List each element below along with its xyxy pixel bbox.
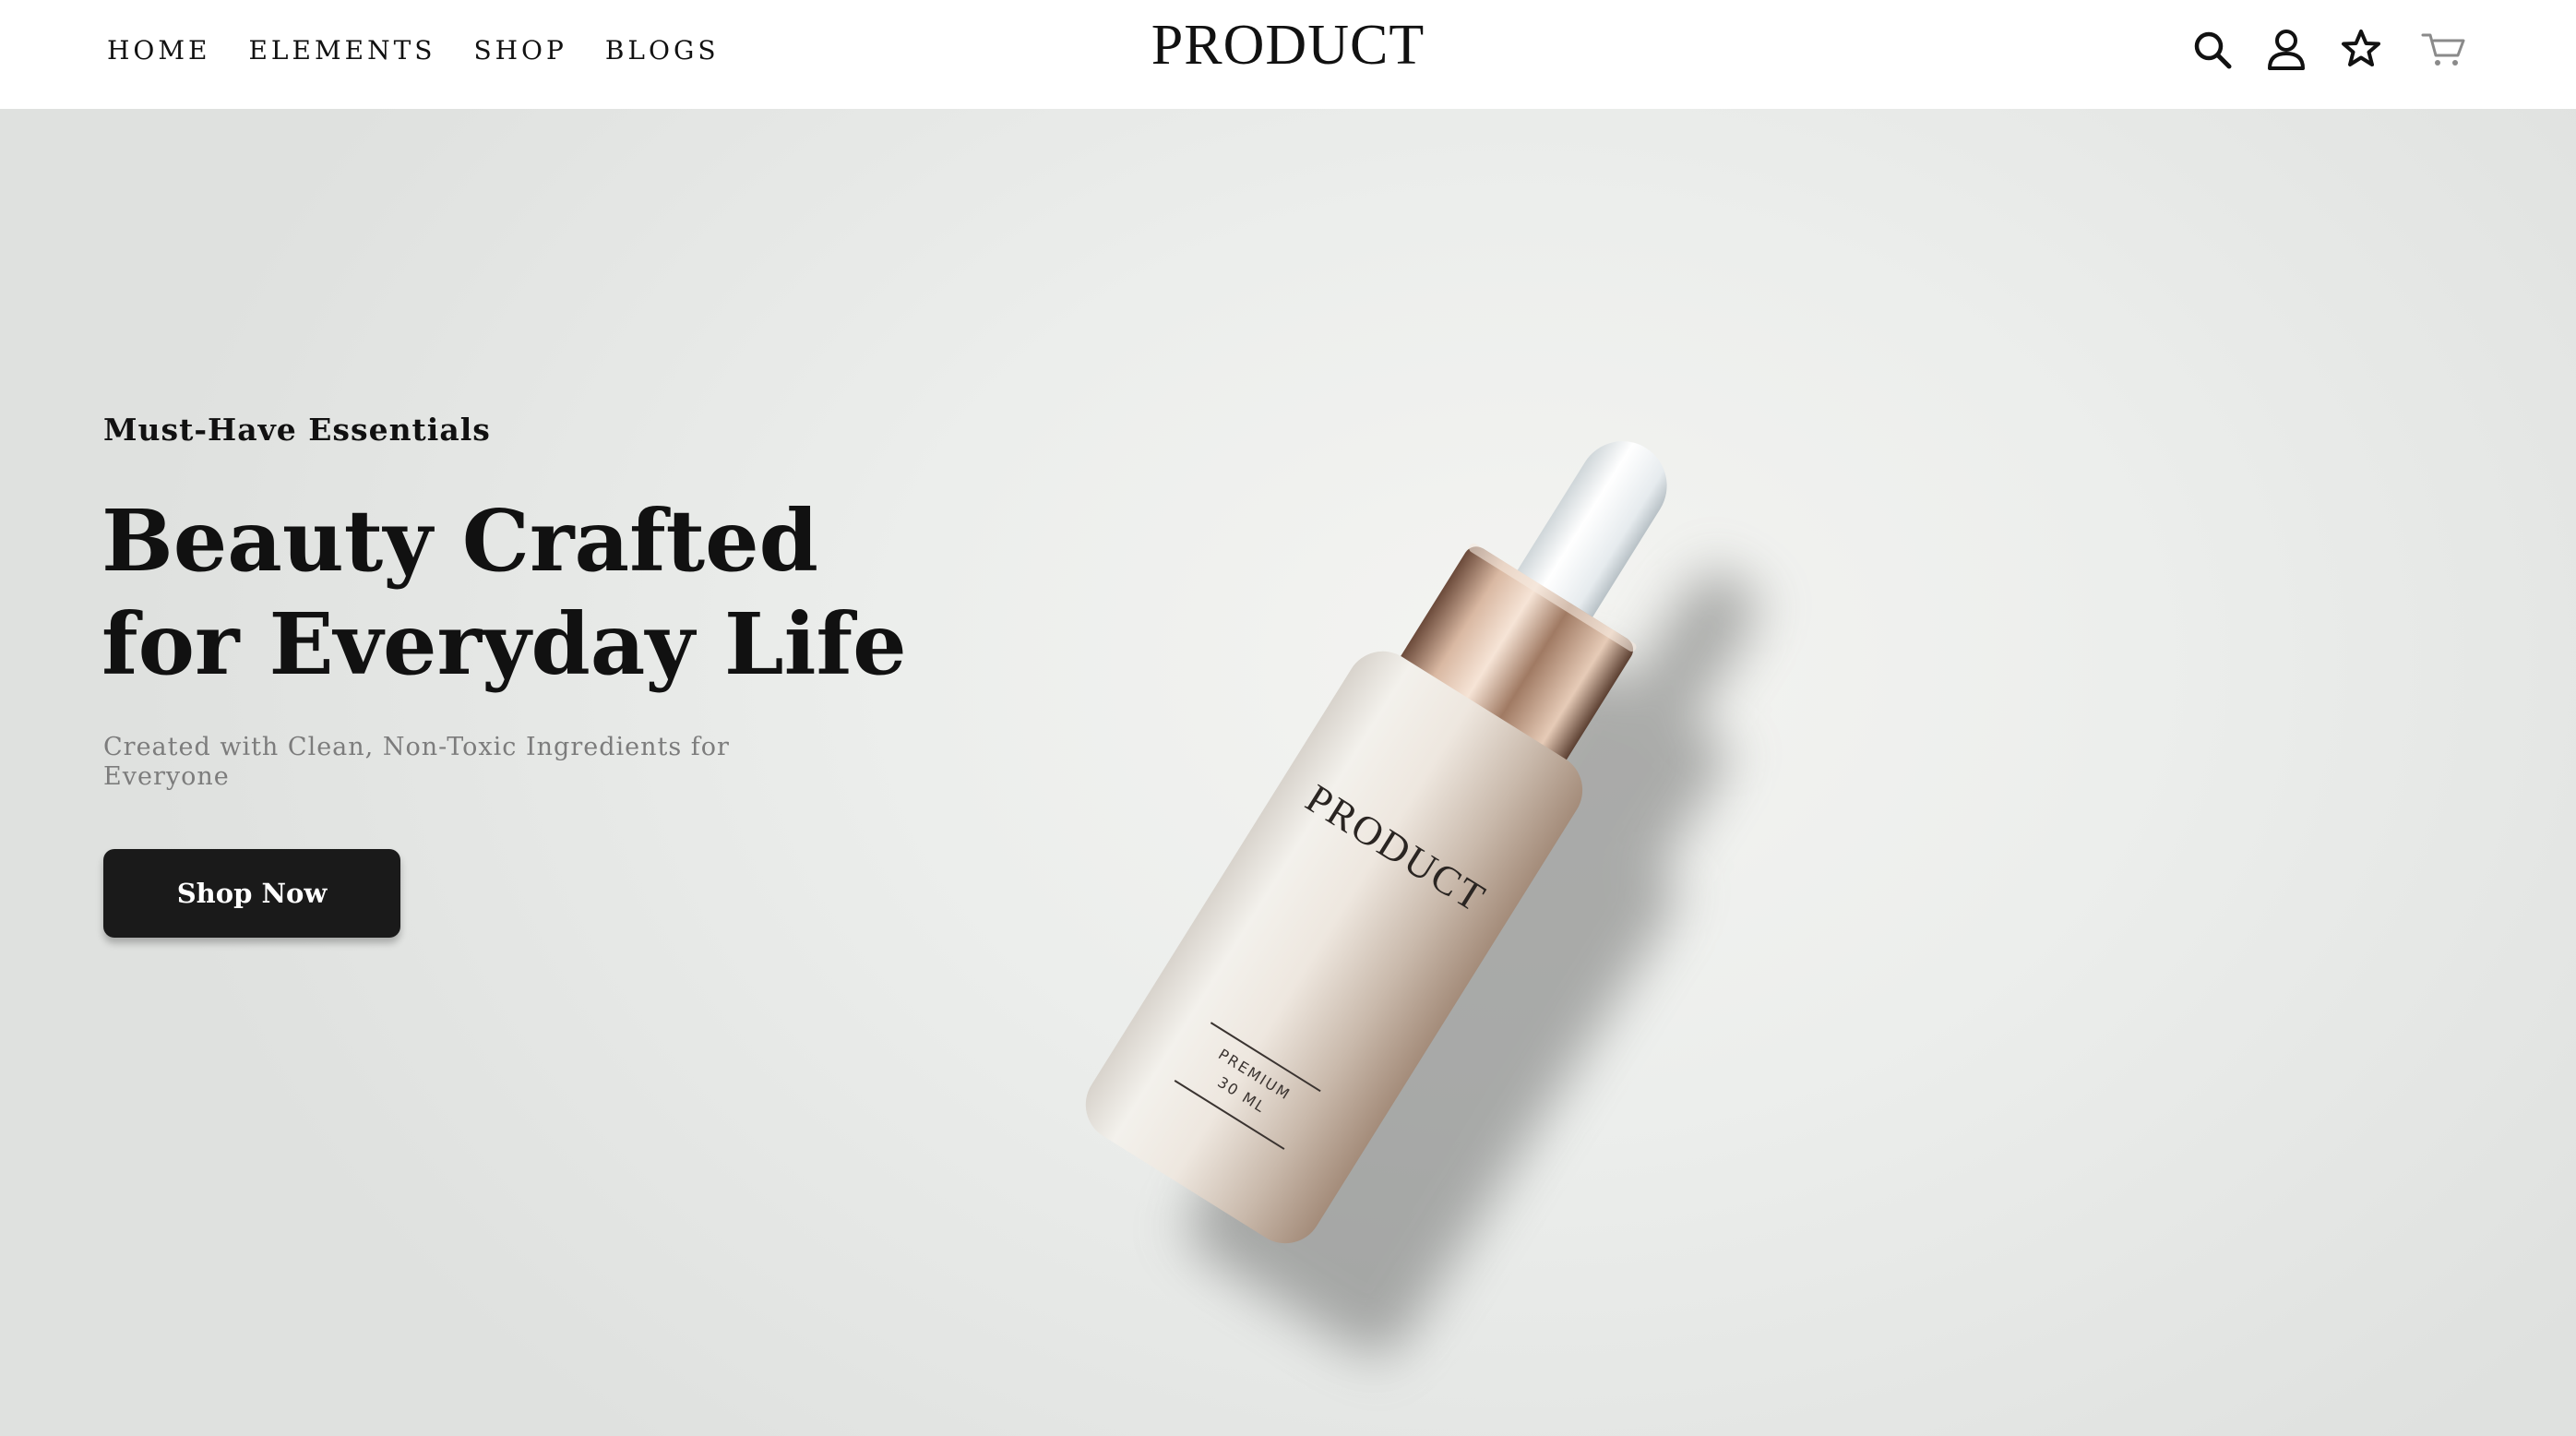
main-nav: HOME ELEMENTS SHOP BLOGS — [107, 33, 720, 66]
cart-icon[interactable] — [2421, 31, 2467, 68]
search-icon[interactable] — [2190, 28, 2235, 72]
hero-eyebrow: Must-Have Essentials — [103, 412, 491, 448]
hero-headline-line-1: Beauty Crafted — [101, 491, 819, 591]
site-logo[interactable]: PRODUCT — [1151, 13, 1425, 78]
nav-blogs-link[interactable]: BLOGS — [605, 35, 720, 66]
account-icon[interactable] — [2266, 28, 2307, 72]
hero-headline: Beauty Crafted for Everyday Life — [101, 489, 932, 696]
wishlist-star-icon[interactable] — [2340, 28, 2382, 70]
shop-now-button[interactable]: Shop Now — [103, 849, 400, 938]
site-header: HOME ELEMENTS SHOP BLOGS PRODUCT — [0, 0, 2576, 109]
nav-shop-link[interactable]: SHOP — [473, 35, 566, 66]
nav-elements-link[interactable]: ELEMENTS — [248, 35, 435, 66]
hero-subtext: Created with Clean, Non-Toxic Ingredient… — [103, 733, 730, 791]
hero-headline-line-2: for Everyday Life — [101, 594, 907, 694]
nav-home-link[interactable]: HOME — [107, 35, 210, 66]
